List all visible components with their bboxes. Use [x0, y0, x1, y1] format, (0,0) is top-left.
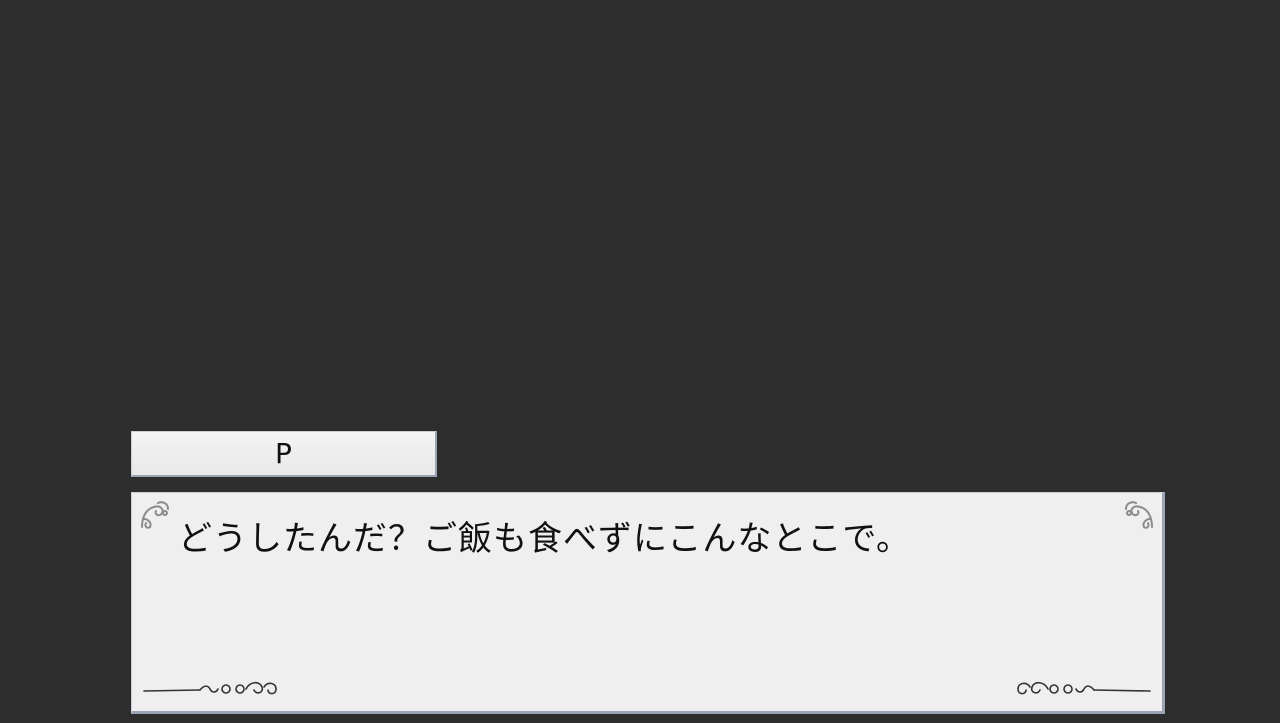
scroll-flourish-icon [143, 681, 277, 695]
flourish-icon [1125, 501, 1153, 529]
speaker-name-box: P [131, 431, 437, 477]
dialogue-text: どうしたんだ？ご飯も食べずにこんなとこで。 [178, 519, 911, 559]
flourish-icon [141, 501, 169, 529]
scroll-flourish-icon [1017, 681, 1151, 695]
game-scene[interactable]: P どうしたんだ？ご飯も食べずにこんなとこで。 [0, 0, 1280, 723]
speaker-name: P [275, 436, 292, 470]
message-window[interactable]: どうしたんだ？ご飯も食べずにこんなとこで。 [131, 492, 1165, 714]
